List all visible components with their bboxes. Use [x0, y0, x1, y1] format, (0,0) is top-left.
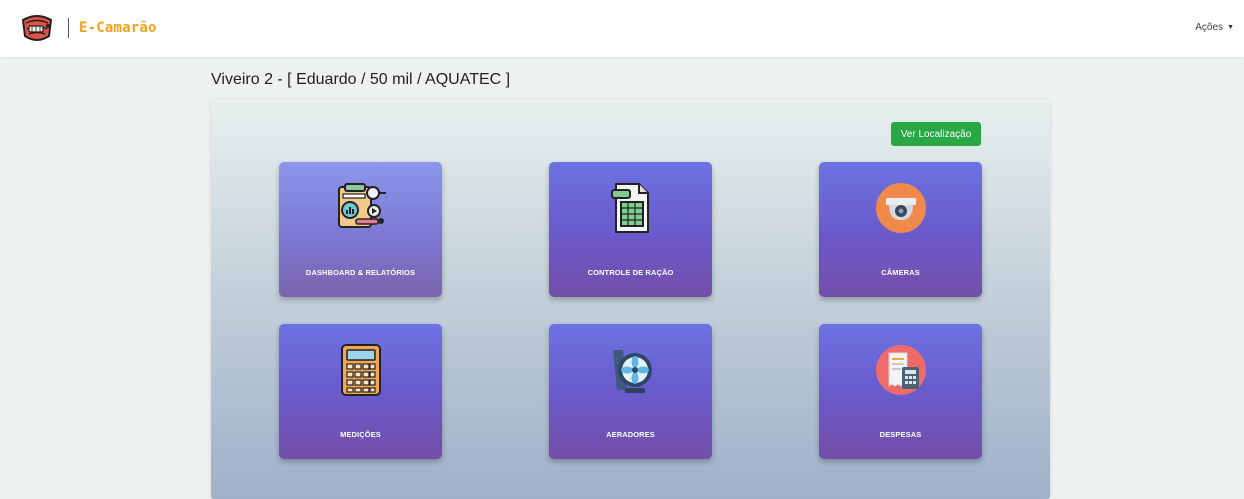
tile-dashboard-reports[interactable]: DASHBOARD & RELATÓRIOS — [279, 162, 442, 297]
brand-divider — [68, 18, 69, 38]
tile-label: AERADORES — [606, 430, 655, 439]
shrimp-icon — [21, 15, 53, 41]
actions-dropdown[interactable]: Ações ▼ — [1195, 22, 1234, 33]
actions-label: Ações — [1195, 22, 1224, 33]
tile-expenses[interactable]: DESPESAS — [819, 324, 982, 459]
tile-cameras[interactable]: CÂMERAS — [819, 162, 982, 297]
tile-label: DASHBOARD & RELATÓRIOS — [305, 268, 416, 277]
receipt-calculator-icon — [876, 345, 926, 395]
view-location-button[interactable]: Ver Localização — [891, 122, 981, 146]
tile-aerators[interactable]: AERADORES — [549, 324, 712, 459]
report-analytics-icon — [338, 183, 386, 228]
spreadsheet-icon — [611, 183, 649, 233]
tile-measurements[interactable]: MEDIÇÕES — [279, 324, 442, 459]
brand[interactable]: E-Camarão — [18, 9, 157, 47]
brand-name: E-Camarão — [79, 20, 157, 36]
page-title: Viveiro 2 - [ Eduardo / 50 mil / AQUATEC… — [211, 71, 511, 88]
tile-feed-control[interactable]: CONTROLE DE RAÇÃO — [549, 162, 712, 297]
tile-label: DESPESAS — [879, 430, 922, 439]
tile-label: CÂMERAS — [881, 268, 920, 277]
top-navbar: E-Camarão Ações ▼ — [0, 0, 1244, 57]
calculator-icon — [341, 344, 381, 396]
fan-icon — [613, 350, 652, 393]
caret-down-icon: ▼ — [1227, 24, 1234, 31]
tile-label: MEDIÇÕES — [340, 430, 381, 439]
tile-label: CONTROLE DE RAÇÃO — [587, 268, 674, 277]
camera-icon — [876, 183, 926, 233]
